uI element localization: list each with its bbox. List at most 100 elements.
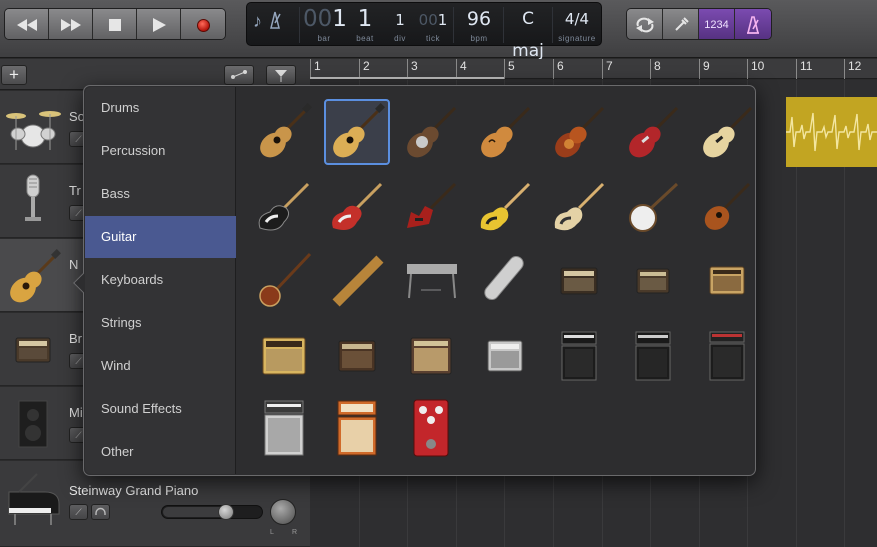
automation-icon [231, 70, 247, 79]
ruler-bar: 7 [602, 59, 613, 79]
waveform [786, 112, 877, 152]
instrument-library-popover: Drums Percussion Bass Guitar Keyboards S… [73, 85, 756, 476]
ruler-bar: 1 [310, 59, 321, 79]
timeline-ruler[interactable]: 1 2 3 4 5 6 7 8 9 10 11 12 [310, 59, 877, 79]
microphone-icon [2, 171, 64, 233]
cream-electric-guitar-icon[interactable] [694, 99, 760, 165]
catch-playhead-button[interactable] [266, 65, 296, 85]
lcd-div[interactable]: 1 div [385, 3, 415, 47]
pan-left-label: L [270, 529, 274, 536]
audio-region[interactable] [786, 97, 877, 167]
rewind-button[interactable] [5, 9, 49, 39]
strat-black-guitar-icon[interactable] [251, 175, 317, 241]
tan-combo-amp-icon[interactable] [398, 323, 464, 389]
lcd-separator [453, 7, 454, 43]
category-bass[interactable]: Bass [85, 173, 236, 215]
silver-stack-amp-icon[interactable] [251, 395, 317, 461]
volume-slider[interactable] [161, 504, 263, 520]
lcd-signature[interactable]: 4/4 signature [553, 3, 601, 47]
mandolin-icon[interactable] [694, 175, 760, 241]
acoustic-guitar-icon [2, 245, 64, 307]
resonator-guitar-icon[interactable] [398, 99, 464, 165]
compact-amp-icon[interactable] [620, 247, 686, 313]
tweed-amp-small-icon[interactable] [546, 247, 612, 313]
stop-button[interactable] [93, 9, 137, 39]
tuner-button[interactable] [663, 9, 699, 39]
category-sound-effects[interactable]: Sound Effects [85, 388, 236, 430]
play-icon [152, 18, 166, 32]
solo-button[interactable] [91, 504, 110, 520]
metronome-button[interactable] [735, 9, 771, 39]
ruler-bar: 9 [699, 59, 710, 79]
track-name: Steinway Grand Piano [69, 483, 199, 498]
lcd-bar[interactable]: 001 bar [303, 3, 347, 47]
note-icon: ♪ [253, 11, 262, 31]
slide-icon[interactable] [472, 247, 538, 313]
tuning-fork-icon [674, 17, 689, 31]
play-button[interactable] [137, 9, 181, 39]
record-button[interactable] [181, 9, 225, 39]
cycle-button[interactable] [627, 9, 663, 39]
transport-controls [4, 8, 226, 40]
drum-kit-icon [2, 97, 64, 159]
tuner-icon [270, 11, 281, 29]
lcd-tempo[interactable]: 96 bpm [455, 3, 503, 47]
category-guitar[interactable]: Guitar [85, 216, 236, 258]
lcd-display[interactable]: ♪ 001 bar 1 beat 1 div 001 tick 96 bpm C… [246, 2, 602, 75]
cycle-icon [635, 17, 654, 33]
lcd-tick[interactable]: 001 tick [415, 3, 451, 47]
sg-guitar-icon[interactable] [398, 175, 464, 241]
category-keyboards[interactable]: Keyboards [85, 259, 236, 301]
category-percussion[interactable]: Percussion [85, 130, 236, 172]
red-pedal-icon[interactable] [398, 395, 464, 461]
yellow-tweed-amp-icon[interactable] [251, 323, 317, 389]
record-icon [196, 18, 210, 32]
orange-stack-amp-icon[interactable] [324, 395, 390, 461]
lcd-key[interactable]: C maj key [505, 3, 551, 75]
pedal-steel-guitar-icon[interactable] [398, 247, 464, 313]
ruler-bar: 5 [504, 59, 515, 79]
category-wind[interactable]: Wind [85, 345, 236, 387]
track-name: Mi [69, 405, 83, 420]
track-name: Br [69, 331, 82, 346]
automation-button[interactable] [224, 65, 254, 85]
cream-telecaster-guitar-icon[interactable] [546, 175, 612, 241]
ruler-bar: 11 [796, 59, 812, 79]
cycle-region[interactable] [310, 77, 504, 79]
category-strings[interactable]: Strings [85, 302, 236, 344]
add-track-button[interactable]: + [1, 65, 27, 85]
pan-right-label: R [292, 529, 298, 536]
acoustic-guitar-selected-icon[interactable] [324, 99, 390, 165]
hollow-body-guitar-icon[interactable] [472, 99, 538, 165]
tweed-combo-amp-icon[interactable] [694, 247, 760, 313]
red-strat-guitar-icon[interactable] [324, 175, 390, 241]
category-other[interactable]: Other [85, 431, 236, 473]
ruler-bar: 2 [359, 59, 370, 79]
black-tall-stack-icon[interactable] [694, 323, 760, 389]
sitar-icon[interactable] [251, 247, 317, 313]
amp-icon [2, 319, 64, 381]
red-semi-hollow-guitar-icon[interactable] [620, 99, 686, 165]
black-stack-amp-icon[interactable] [546, 323, 612, 389]
silver-combo-amp-icon[interactable] [472, 323, 538, 389]
track-name: Tr [69, 183, 81, 198]
pan-knob[interactable] [270, 499, 296, 525]
sunburst-guitar-icon[interactable] [546, 99, 612, 165]
category-drums[interactable]: Drums [85, 87, 236, 129]
volume-slider-knob[interactable] [218, 504, 234, 520]
koto-icon[interactable] [324, 247, 390, 313]
black-half-stack-icon[interactable] [620, 323, 686, 389]
telecaster-yellow-guitar-icon[interactable] [472, 175, 538, 241]
acoustic-guitar-icon[interactable] [251, 99, 317, 165]
grand-piano-icon [2, 467, 64, 529]
brown-amp-icon[interactable] [324, 323, 390, 389]
ruler-bar: 6 [553, 59, 564, 79]
metronome-tuner-icons: ♪ [253, 11, 283, 32]
track-name: N [69, 257, 79, 272]
forward-button[interactable] [49, 9, 93, 39]
lcd-beat[interactable]: 1 beat [345, 3, 385, 47]
ruler-bar: 8 [650, 59, 661, 79]
banjo-icon[interactable] [620, 175, 686, 241]
count-in-button[interactable]: 1234 [699, 9, 735, 39]
mute-button[interactable]: ⟋ [69, 504, 88, 520]
